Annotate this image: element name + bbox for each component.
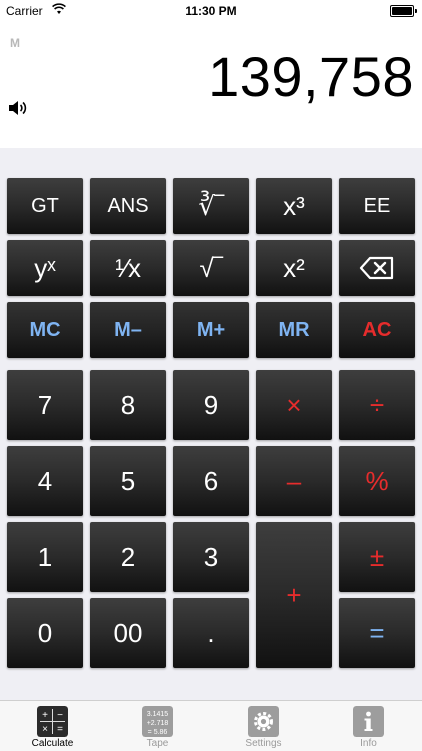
gt-button[interactable]: GT: [7, 178, 83, 234]
tape-icon-line-2: +2.718: [147, 720, 169, 727]
digit-7-button[interactable]: 7: [7, 370, 83, 440]
double-zero-button[interactable]: 00: [90, 598, 166, 668]
tab-calculate[interactable]: + − × = Calculate: [0, 701, 105, 751]
digit-0-button[interactable]: 0: [7, 598, 83, 668]
subtract-button[interactable]: –: [256, 446, 332, 516]
calculator-icon: + − × =: [37, 706, 68, 737]
tape-icon: 3.1415 +2.718 = 5.86: [142, 706, 173, 737]
keypad: GT ANS ∛‾ x³ EE yˣ ¹⁄x √‾ x² MC M– M+ MR…: [0, 148, 422, 700]
tab-info[interactable]: Info: [316, 701, 421, 751]
tape-icon-line-3: = 5.86: [148, 729, 168, 736]
m-plus-button[interactable]: M+: [173, 302, 249, 358]
tape-icon-line-1: 3.1415: [147, 711, 169, 718]
square-button[interactable]: x²: [256, 240, 332, 296]
display-value: 139,758: [208, 45, 414, 108]
ee-button[interactable]: EE: [339, 178, 415, 234]
cube-button[interactable]: x³: [256, 178, 332, 234]
backspace-icon: [359, 256, 394, 280]
equals-button[interactable]: =: [339, 598, 415, 668]
digit-1-button[interactable]: 1: [7, 522, 83, 592]
tab-label: Info: [360, 738, 377, 749]
calculator-display: M 139,758: [0, 22, 422, 146]
cube-root-button[interactable]: ∛‾: [173, 178, 249, 234]
decimal-button[interactable]: .: [173, 598, 249, 668]
gear-icon: [248, 706, 279, 737]
ans-button[interactable]: ANS: [90, 178, 166, 234]
divide-button[interactable]: ÷: [339, 370, 415, 440]
digit-9-button[interactable]: 9: [173, 370, 249, 440]
tab-bar: + − × = Calculate 3.1415 +2.718 = 5.86 T…: [0, 700, 422, 751]
reciprocal-button[interactable]: ¹⁄x: [90, 240, 166, 296]
backspace-button[interactable]: [339, 240, 415, 296]
memory-indicator: M: [10, 36, 20, 50]
digit-3-button[interactable]: 3: [173, 522, 249, 592]
info-icon: [353, 706, 384, 737]
battery-icon: [390, 5, 417, 17]
tab-label: Settings: [245, 738, 282, 749]
tab-label: Calculate: [31, 738, 74, 749]
svg-text:−: −: [57, 710, 63, 721]
speaker-icon[interactable]: [7, 98, 29, 118]
digit-6-button[interactable]: 6: [173, 446, 249, 516]
digit-8-button[interactable]: 8: [90, 370, 166, 440]
power-button[interactable]: yˣ: [7, 240, 83, 296]
percent-button[interactable]: %: [339, 446, 415, 516]
tab-label: Tape: [146, 738, 169, 749]
square-root-button[interactable]: √‾: [173, 240, 249, 296]
svg-text:×: ×: [42, 724, 48, 735]
tab-tape[interactable]: 3.1415 +2.718 = 5.86 Tape: [105, 701, 210, 751]
all-clear-button[interactable]: AC: [339, 302, 415, 358]
mr-button[interactable]: MR: [256, 302, 332, 358]
tab-settings[interactable]: Settings: [211, 701, 316, 751]
plus-minus-button[interactable]: ±: [339, 522, 415, 592]
svg-text:=: =: [57, 724, 63, 735]
mc-button[interactable]: MC: [7, 302, 83, 358]
digit-2-button[interactable]: 2: [90, 522, 166, 592]
digit-4-button[interactable]: 4: [7, 446, 83, 516]
digit-5-button[interactable]: 5: [90, 446, 166, 516]
m-minus-button[interactable]: M–: [90, 302, 166, 358]
svg-text:+: +: [42, 710, 48, 721]
status-bar: Carrier 11:30 PM: [0, 0, 422, 22]
status-time: 11:30 PM: [185, 4, 237, 18]
multiply-button[interactable]: ×: [256, 370, 332, 440]
add-button[interactable]: +: [256, 522, 332, 668]
